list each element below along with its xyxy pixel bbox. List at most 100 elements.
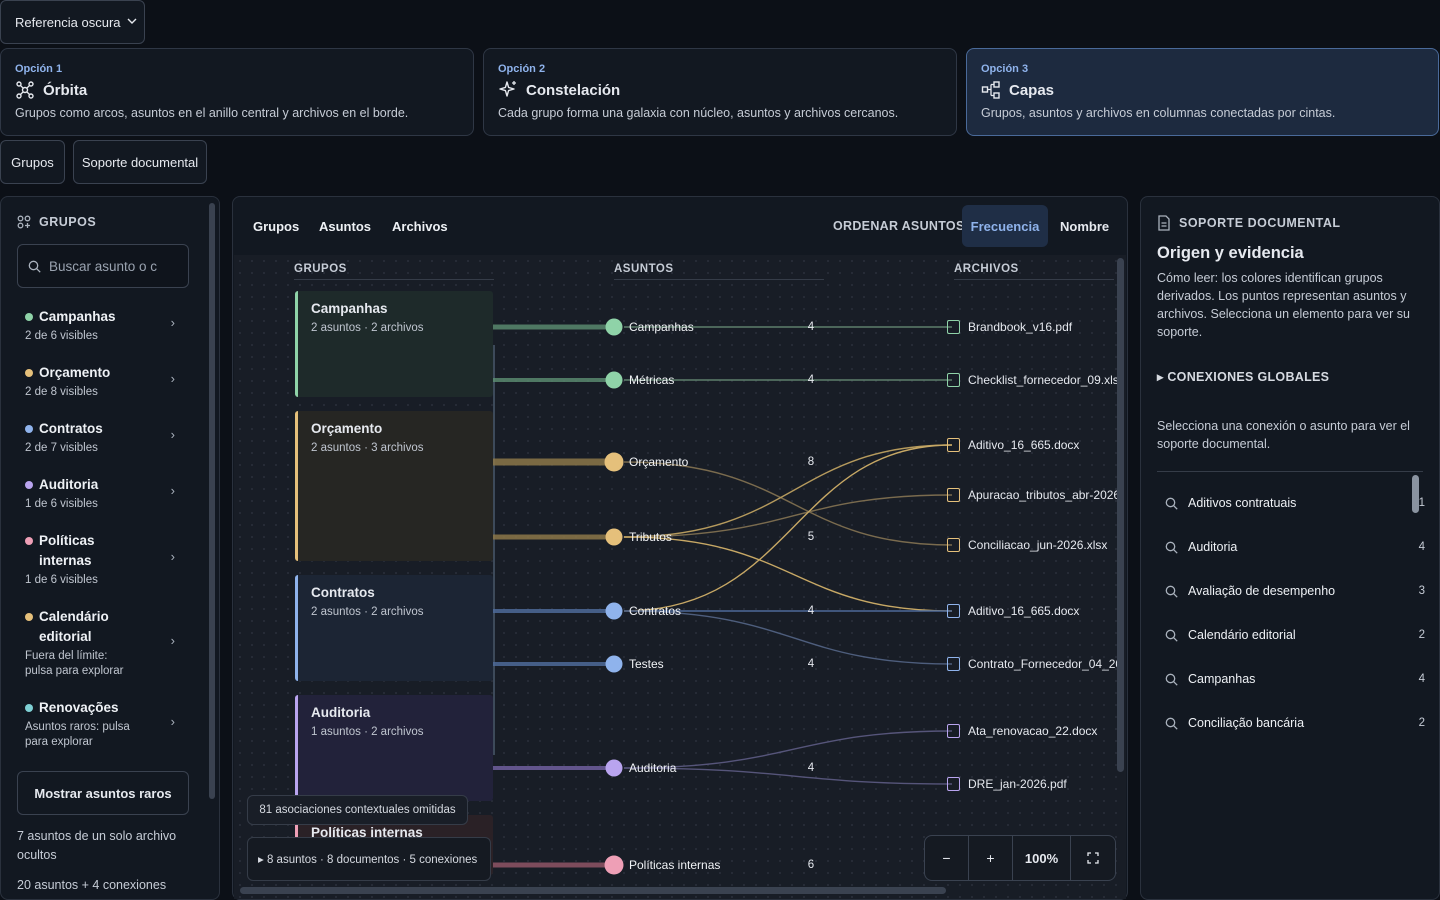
connection-count: 3 [1418,585,1425,597]
file-name: Checklist_fornecedor_09.xls [968,373,1119,387]
option-title: Órbita [43,81,88,99]
topic-label[interactable]: Auditoria [629,761,676,775]
topic-label[interactable]: Contratos [629,604,681,618]
zoom-level: 100% [1013,836,1071,880]
file-item[interactable]: Aditivo_16_665.docx [947,604,1079,618]
zoom-in-button[interactable]: + [969,836,1013,880]
global-connections-toggle[interactable]: ▸ CONEXIONES GLOBALES [1157,369,1329,384]
chevron-down-icon [127,18,137,24]
group-box-orcamento[interactable]: Orçamento 2 asuntos · 3 archivos [295,411,493,561]
sort-name-button[interactable]: Nombre [1060,219,1109,234]
tab-soporte-documental[interactable]: Soporte documental [73,140,207,184]
connections-scrollbar[interactable] [1412,475,1419,513]
file-item[interactable]: Conciliacao_jun-2026.xlsx [947,538,1107,552]
topic-node-metricas[interactable] [605,371,623,389]
topic-label[interactable]: Testes [629,657,664,671]
topic-node-auditoria[interactable] [605,759,623,777]
group-color-dot [25,613,33,621]
connection-item[interactable]: Aditivos contratuais 1 [1165,496,1425,510]
topic-label[interactable]: Campanhas [629,320,694,334]
tab-grupos[interactable]: Grupos [0,140,65,184]
option-card-constelacion[interactable]: Opción 2 Constelación Cada grupo forma u… [483,48,957,136]
layers-canvas[interactable]: GRUPOS ASUNTOS ARCHIVOS Campanhas 2 asun… [234,255,1126,899]
chevron-right-icon: › [170,427,175,442]
file-item[interactable]: Aditivo_16_665.docx [947,438,1079,452]
file-item[interactable]: Brandbook_v16.pdf [947,320,1072,334]
file-item[interactable]: Contrato_Fornecedor_04_20 [947,657,1122,671]
group-item-orcamento[interactable]: Orçamento 2 de 8 visibles › [25,363,175,400]
connection-count: 1 [1418,497,1425,509]
horizontal-scrollbar[interactable] [240,887,946,894]
topic-node-contratos[interactable] [605,602,623,620]
file-name: Apuracao_tributos_abr-2026 [968,488,1121,502]
connection-item[interactable]: Calendário editorial 2 [1165,628,1425,642]
vertical-scrollbar[interactable] [1117,258,1124,772]
search-icon [1165,717,1178,730]
rare-button-label: Mostrar asuntos raros [34,785,172,801]
link-contratos-aditivo [623,444,953,612]
summary-toggle[interactable]: ▸ 8 asuntos · 8 documentos · 5 conexione… [247,837,491,881]
groups-scrollbar[interactable] [209,203,215,799]
filter-tab-archivos[interactable]: Archivos [392,219,448,234]
file-icon [947,488,960,502]
sort-frequency-button[interactable]: Frecuencia [962,205,1048,247]
support-header: SOPORTE DOCUMENTAL [1157,215,1341,231]
group-color-dot [25,704,33,712]
support-title: Origen y evidencia [1157,244,1304,262]
filter-tab-asuntos[interactable]: Asuntos [319,219,371,234]
topic-node-tributos[interactable] [605,528,623,546]
group-box-name: Campanhas [311,301,388,316]
topic-node-testes[interactable] [605,655,623,673]
reference-select[interactable]: Referencia oscura [0,0,145,44]
zoom-out-button[interactable]: − [925,836,969,880]
file-item[interactable]: Checklist_fornecedor_09.xls [947,373,1119,387]
group-item-renovacoes[interactable]: Renovações Asuntos raros: pulsa para exp… [25,698,175,750]
group-name: Renovações [39,700,119,715]
filter-tab-grupos[interactable]: Grupos [253,219,299,234]
file-item[interactable]: DRE_jan-2026.pdf [947,777,1067,791]
search-input[interactable]: Buscar asunto o c [17,244,189,288]
topic-label[interactable]: Políticas internas [629,858,720,872]
group-item-auditoria[interactable]: Auditoria 1 de 6 visibles › [25,475,175,512]
topic-count: 4 [807,762,815,774]
layers-view-panel: Grupos Asuntos Archivos ORDENAR ASUNTOS … [232,196,1128,900]
connection-item[interactable]: Campanhas 4 [1165,672,1425,686]
reference-select-label: Referencia oscura [15,14,121,30]
connection-count: 2 [1418,717,1425,729]
file-name: Contrato_Fornecedor_04_20 [968,657,1123,671]
group-item-politicas-internas[interactable]: Políticas internas 1 de 6 visibles › [25,531,175,588]
file-item[interactable]: Ata_renovacao_22.docx [947,724,1097,738]
topic-node-campanhas[interactable] [605,318,623,336]
file-item[interactable]: Apuracao_tributos_abr-2026 [947,488,1120,502]
group-item-contratos[interactable]: Contratos 2 de 7 visibles › [25,419,175,456]
connection-item[interactable]: Conciliação bancária 2 [1165,716,1425,730]
group-name: Políticas internas [39,533,95,568]
topic-label[interactable]: Tributos [629,530,672,544]
group-ribbons [493,324,614,868]
group-box-sub: 2 asuntos · 2 archivos [311,322,424,334]
topic-count: 5 [807,531,815,543]
topic-node-orcamento[interactable] [604,452,624,472]
group-box-contratos[interactable]: Contratos 2 asuntos · 2 archivos [295,575,493,681]
option-description: Cada grupo forma una galaxia con núcleo,… [498,106,899,120]
sparkle-icon [499,81,516,97]
connection-item[interactable]: Auditoria 4 [1165,540,1425,554]
chevron-right-icon: › [170,714,175,729]
option-card-orbita[interactable]: Opción 1 Órbita Grupos como arcos, asunt… [0,48,474,136]
group-box-auditoria[interactable]: Auditoria 1 asuntos · 2 archivos [295,695,493,801]
topic-count: 4 [807,658,815,670]
show-rare-topics-button[interactable]: Mostrar asuntos raros [17,771,189,815]
hidden-topics-note: 7 asuntos de un solo archivo ocultos [17,829,177,862]
file-icon [947,373,960,387]
topic-label[interactable]: Métricas [629,373,674,387]
group-item-calendario-editorial[interactable]: Calendário editorial Fuera del límite: p… [25,607,175,679]
topic-label[interactable]: Orçamento [629,455,688,469]
fullscreen-button[interactable] [1071,836,1115,880]
group-box-campanhas[interactable]: Campanhas 2 asuntos · 2 archivos [295,291,493,397]
document-support-panel: SOPORTE DOCUMENTAL Origen y evidencia Có… [1140,196,1440,900]
connection-item[interactable]: Avaliação de desempenho 3 [1165,584,1425,598]
topic-node-politicas[interactable] [604,855,624,875]
group-item-campanhas[interactable]: Campanhas 2 de 6 visibles › [25,307,175,344]
option-card-capas[interactable]: Opción 3 Capas Grupos, asuntos y archivo… [966,48,1439,136]
orbit-icon [16,81,34,99]
